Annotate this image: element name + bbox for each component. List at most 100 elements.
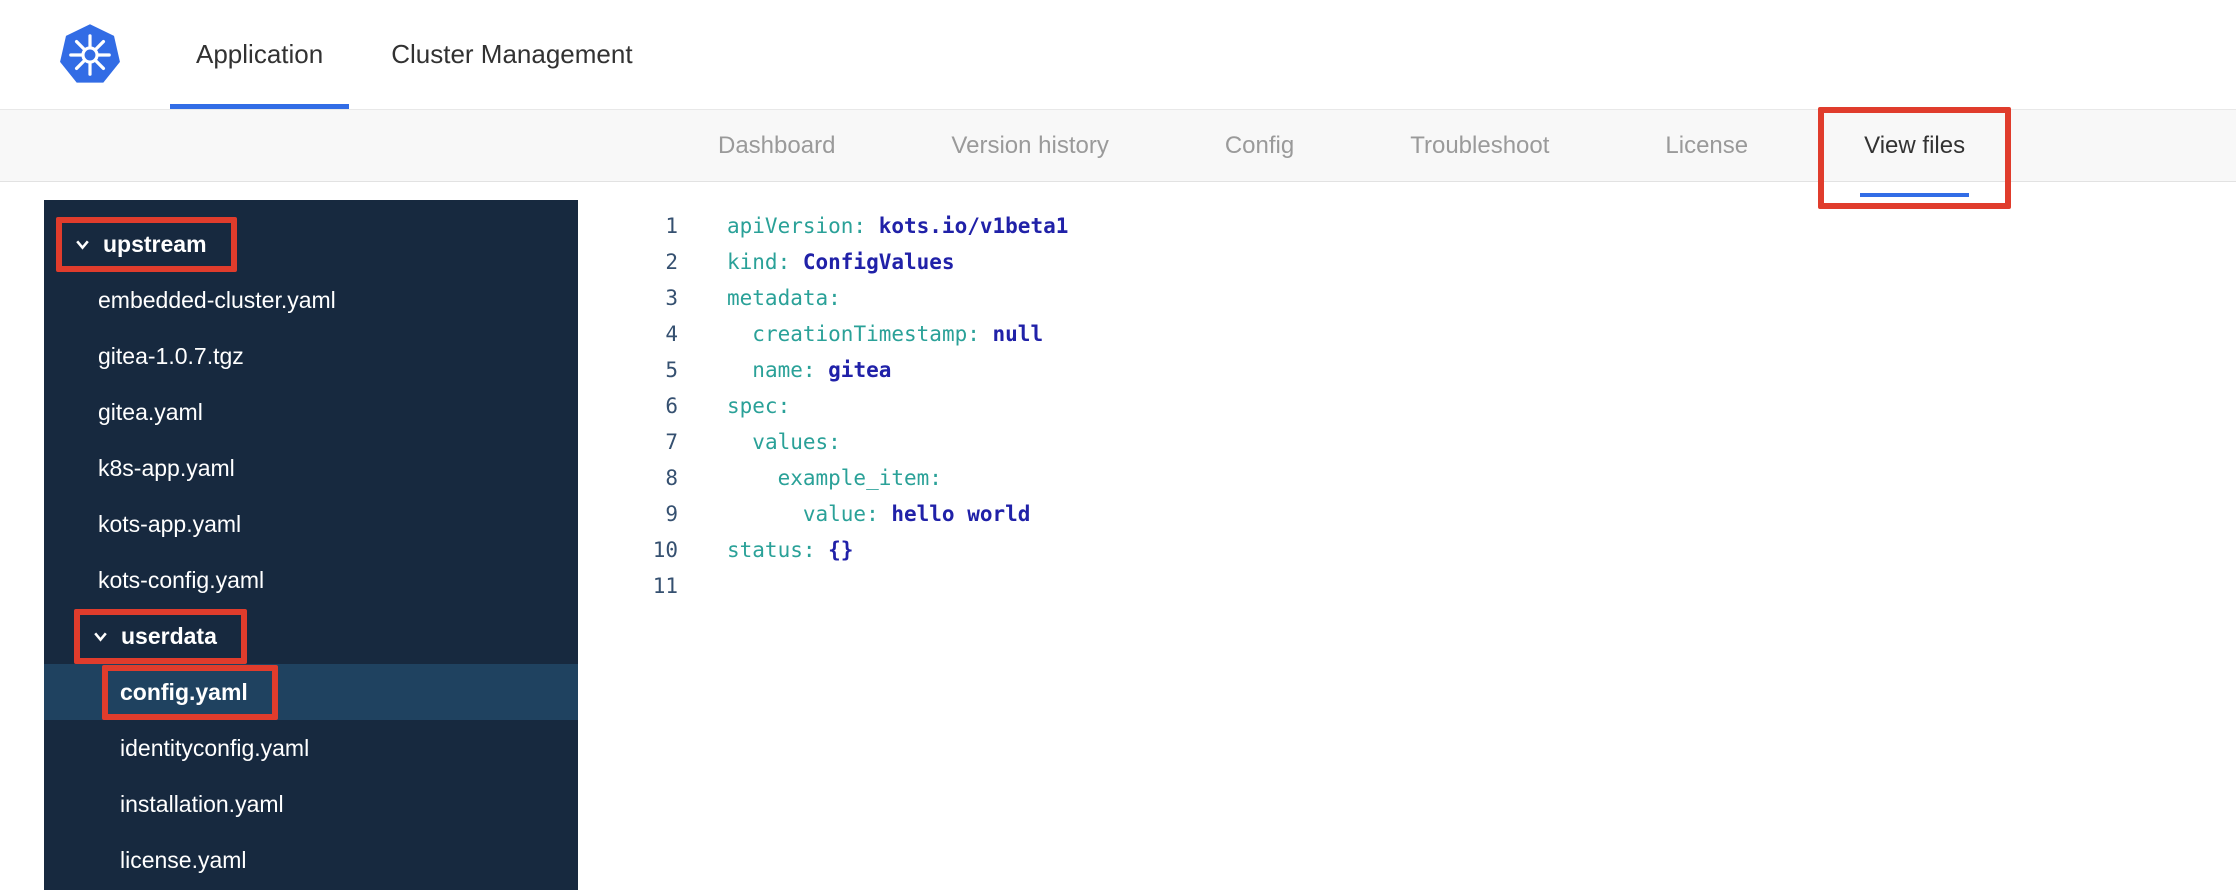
tree-item-label: kots-app.yaml (98, 510, 242, 537)
file-tree: upstream embedded-cluster.yaml gitea-1.0.7… (44, 200, 578, 890)
line-number: 8 (665, 466, 678, 490)
tree-item-config-yaml[interactable]: config.yaml (44, 664, 578, 720)
code-line-text: apiVersion: kots.io/v1beta1 (678, 208, 1068, 244)
line-number: 9 (665, 502, 678, 526)
tree-item-upstream[interactable]: upstream (44, 216, 578, 272)
tree-item-kots-config-yaml[interactable]: kots-config.yaml (44, 552, 578, 608)
code-token: status: (727, 538, 816, 562)
tree-item-inner: license.yaml (120, 847, 247, 874)
subnav-tab-label: View files (1864, 131, 1966, 159)
tree-item-inner: userdata (74, 608, 247, 664)
app-subnav: Dashboard Version history Config Troublesho… (0, 107, 2236, 209)
line-number: 5 (665, 358, 678, 382)
code-token: example_item: (777, 466, 942, 490)
tree-item-userdata[interactable]: userdata (44, 608, 578, 664)
top-tab-cluster-management[interactable]: Cluster Management (357, 0, 666, 109)
chevron-down-icon (92, 628, 109, 645)
tree-item-kots-app-yaml[interactable]: kots-app.yaml (44, 496, 578, 552)
subnav-tab-troubleshoot[interactable]: Troubleshoot (1410, 110, 1549, 181)
content-area: upstream embedded-cluster.yaml gitea-1.0.7… (44, 200, 2236, 890)
tree-item-label: userdata (121, 622, 217, 649)
subnav-tab-version-history[interactable]: Version history (951, 110, 1108, 181)
code-token: hello world (878, 502, 1031, 526)
code-token: apiVersion: (727, 214, 867, 238)
tree-item-label: identityconfig.yaml (120, 734, 310, 761)
chevron-down-icon (74, 236, 91, 253)
code-line: 7 values: (578, 424, 2236, 460)
tree-item-inner: identityconfig.yaml (120, 735, 309, 762)
tree-item-inner: embedded-cluster.yaml (98, 287, 336, 314)
tree-item-identityconfig-yaml[interactable]: identityconfig.yaml (44, 720, 578, 776)
code-line-text: example_item: (678, 460, 942, 496)
tree-item-inner: upstream (56, 216, 237, 272)
code-line: 4 creationTimestamp: null (578, 316, 2236, 352)
code-line-text: spec: (678, 388, 790, 424)
code-line: 10 status: {} (578, 532, 2236, 568)
code-token: spec: (727, 394, 791, 418)
subnav-tab-label: License (1665, 131, 1749, 159)
code-token: value: (802, 502, 879, 526)
tree-item-inner: kots-app.yaml (98, 511, 241, 538)
tree-item-label: k8s-app.yaml (98, 454, 235, 481)
tree-item-label: license.yaml (120, 846, 247, 873)
tree-item-inner: gitea-1.0.7.tgz (98, 343, 244, 370)
code-line-text: value: hello world (678, 496, 1031, 532)
tree-item-label: embedded-cluster.yaml (98, 286, 336, 313)
kubernetes-logo-icon (58, 23, 122, 87)
tree-item-installation-yaml[interactable]: installation.yaml (44, 776, 578, 832)
code-token: name: (752, 358, 816, 382)
top-tab-label: Cluster Management (391, 39, 633, 69)
tree-item-k8s-app-yaml[interactable]: k8s-app.yaml (44, 440, 578, 496)
code-line: 5 name: gitea (578, 352, 2236, 388)
tree-item-label: installation.yaml (120, 790, 284, 817)
tree-item-inner: gitea.yaml (98, 399, 203, 426)
line-number: 2 (665, 250, 678, 274)
code-token: values: (752, 430, 841, 454)
code-line-text: values: (678, 424, 841, 460)
tree-item-label: gitea.yaml (98, 398, 203, 425)
line-number: 10 (652, 538, 678, 562)
tree-item-embedded-cluster-yaml[interactable]: embedded-cluster.yaml (44, 272, 578, 328)
code-token: gitea (815, 358, 892, 382)
code-line-text: status: {} (678, 532, 853, 568)
code-line: 3 metadata: (578, 280, 2236, 316)
code-token: metadata: (727, 286, 841, 310)
tree-item-label: config.yaml (120, 678, 248, 705)
tree-item-inner: installation.yaml (120, 791, 284, 818)
active-subnav-underline (1860, 193, 1970, 197)
tree-item-gitea-yaml[interactable]: gitea.yaml (44, 384, 578, 440)
subnav-tab-label: Version history (951, 131, 1109, 159)
code-token: ConfigValues (790, 250, 955, 274)
subnav-tab-label: Troubleshoot (1410, 131, 1550, 159)
tree-item-license-yaml[interactable]: license.yaml (44, 832, 578, 888)
subnav-tab-config[interactable]: Config (1225, 110, 1294, 181)
code-token: null (979, 322, 1044, 346)
line-number: 1 (665, 214, 678, 238)
subnav-tab-view-files[interactable]: View files (1818, 107, 2012, 209)
code-line: 9 value: hello world (578, 496, 2236, 532)
tree-item-inner: kots-config.yaml (98, 567, 264, 594)
subnav-tab-license[interactable]: License (1665, 110, 1748, 181)
top-tab-application[interactable]: Application (162, 0, 357, 109)
code-line: 11 (578, 568, 2236, 604)
code-line-text: creationTimestamp: null (678, 316, 1043, 352)
code-token: kind: (727, 250, 791, 274)
subnav-tab-dashboard[interactable]: Dashboard (718, 110, 835, 181)
tree-item-label: gitea-1.0.7.tgz (98, 342, 244, 369)
tree-item-inner: config.yaml (102, 664, 278, 720)
top-bar: Application Cluster Management (0, 0, 2236, 110)
line-number: 3 (665, 286, 678, 310)
code-line-text: metadata: (678, 280, 841, 316)
code-token: {} (815, 538, 854, 562)
tree-item-label: kots-config.yaml (98, 566, 265, 593)
code-editor: 1 apiVersion: kots.io/v1beta1 2 kind: Confi… (578, 200, 2236, 890)
tree-item-gitea-1-0-7-tgz[interactable]: gitea-1.0.7.tgz (44, 328, 578, 384)
line-number: 6 (665, 394, 678, 418)
code-line-text: name: gitea (678, 352, 891, 388)
